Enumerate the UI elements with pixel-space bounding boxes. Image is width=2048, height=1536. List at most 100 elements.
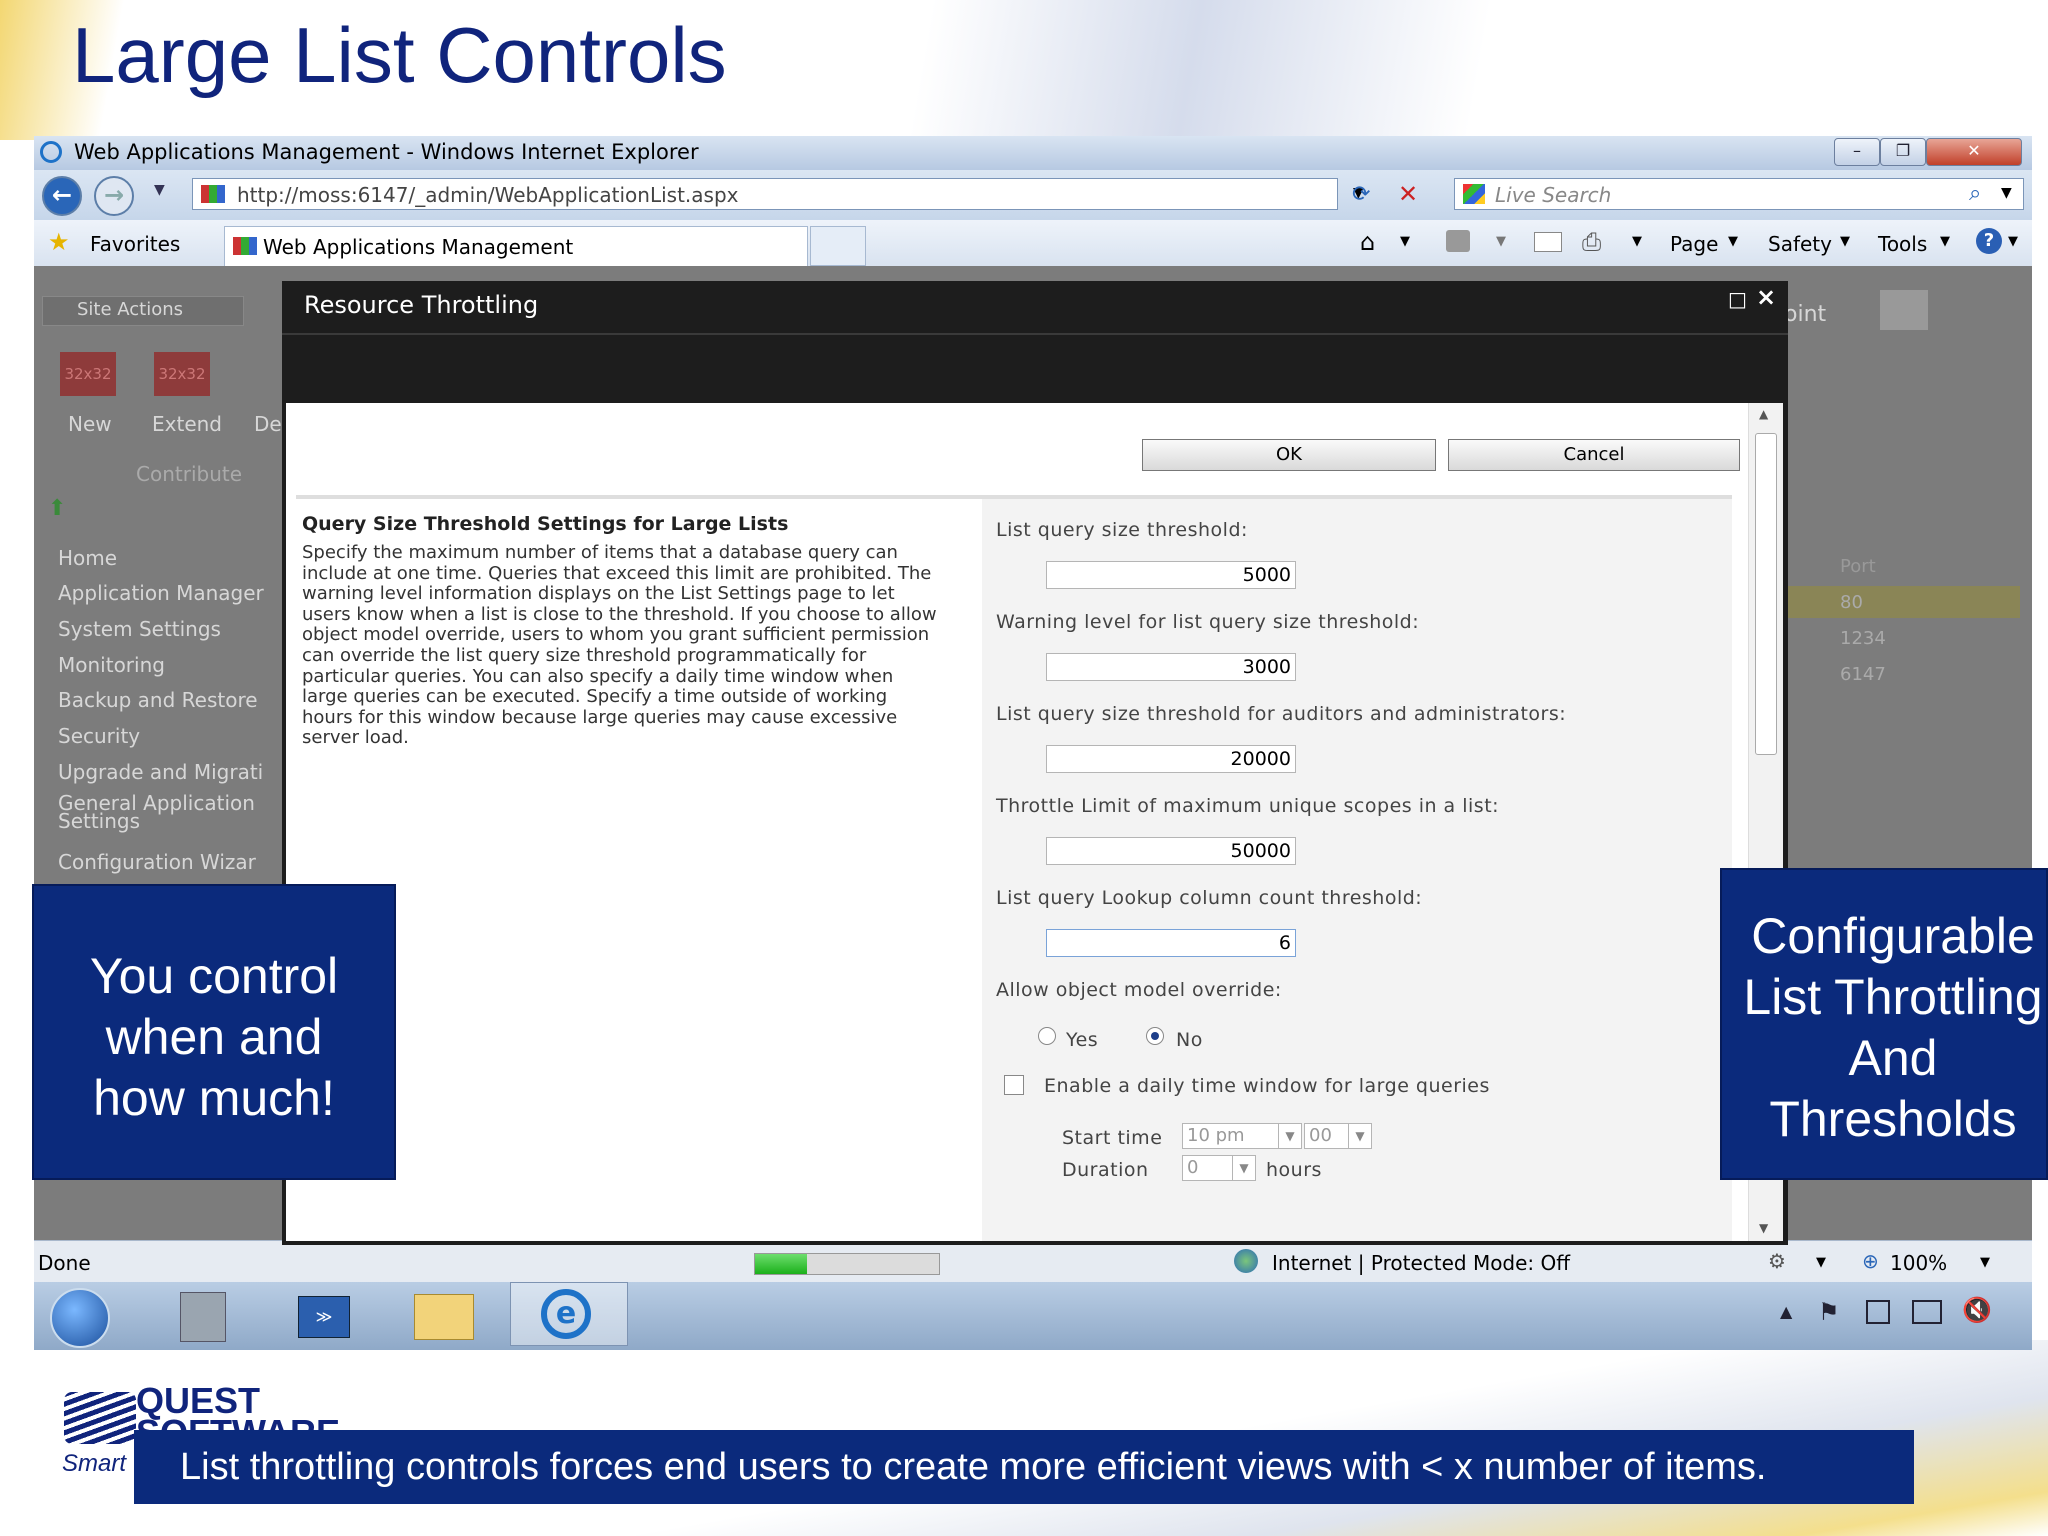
- mail-icon[interactable]: [1534, 232, 1562, 252]
- nav-configuration-wizards[interactable]: Configuration Wizar: [58, 850, 256, 874]
- tray-expand-icon[interactable]: ▲: [1780, 1302, 1792, 1321]
- address-bar[interactable]: http://moss:6147/_admin/WebApplicationLi…: [192, 178, 1364, 210]
- ribbon-delete[interactable]: De: [254, 412, 282, 436]
- stop-icon[interactable]: ✕: [1398, 180, 1418, 208]
- explorer-icon[interactable]: [414, 1294, 474, 1340]
- duration-select[interactable]: 0 ▼: [1182, 1155, 1256, 1181]
- override-no-radio[interactable]: [1146, 1027, 1164, 1045]
- home-dropdown-icon[interactable]: ▼: [1400, 234, 1410, 249]
- settings-panel: List query size threshold: 5000 Warning …: [982, 499, 1732, 1241]
- server-manager-icon[interactable]: [180, 1292, 226, 1342]
- print-icon[interactable]: ⎙: [1582, 228, 1601, 256]
- start-minute-select[interactable]: 00 ▼: [1304, 1123, 1372, 1149]
- search-options-icon[interactable]: ▼: [2001, 185, 2012, 201]
- daily-window-checkbox[interactable]: [1004, 1075, 1024, 1095]
- start-button-icon[interactable]: [50, 1288, 110, 1348]
- start-hour-select[interactable]: 10 pm ▼: [1182, 1123, 1302, 1149]
- minimize-button[interactable]: –: [1834, 138, 1880, 166]
- lookup-threshold-input[interactable]: 6: [1046, 929, 1296, 957]
- ok-button[interactable]: OK: [1142, 439, 1436, 471]
- start-minute-dropdown-icon: ▼: [1348, 1124, 1371, 1148]
- close-dialog-icon[interactable]: ×: [1756, 283, 1776, 311]
- zoom-level[interactable]: 100%: [1890, 1251, 1947, 1275]
- address-row: ← → ▼ http://moss:6147/_admin/WebApplica…: [34, 170, 2032, 220]
- globe-icon: [1234, 1249, 1258, 1273]
- sharepoint-favicon-icon: [201, 185, 225, 203]
- scroll-down-icon[interactable]: ▼: [1759, 1221, 1768, 1235]
- nav-security[interactable]: Security: [58, 724, 140, 748]
- admin-threshold-input[interactable]: 20000: [1046, 745, 1296, 773]
- window-title: Web Applications Management - Windows In…: [74, 140, 699, 164]
- search-box[interactable]: Live Search ⌕ ▼: [1454, 178, 2024, 210]
- help-dropdown-icon[interactable]: ▼: [2008, 234, 2018, 249]
- override-no-label: No: [1176, 1029, 1203, 1051]
- nav-home[interactable]: Home: [58, 546, 117, 570]
- volume-muted-icon[interactable]: 🔇: [1962, 1296, 1992, 1324]
- quest-logo-icon: [64, 1392, 136, 1444]
- recent-pages-dropdown-icon[interactable]: ▼: [154, 182, 165, 198]
- nav-application-management[interactable]: Application Manager: [58, 581, 264, 605]
- search-icon[interactable]: ⌕: [1969, 181, 1981, 206]
- ie-taskbar-button[interactable]: e: [510, 1282, 628, 1346]
- maximize-button[interactable]: ❐: [1880, 138, 1926, 166]
- scroll-up-icon[interactable]: ▲: [1759, 407, 1768, 421]
- favorites-bar: ★ Favorites Web Applications Management …: [34, 220, 2032, 267]
- network-icon[interactable]: [1912, 1300, 1942, 1324]
- scroll-thumb[interactable]: [1755, 433, 1777, 755]
- browser-tab[interactable]: Web Applications Management: [224, 226, 808, 266]
- up-arrow-icon: ⬆: [48, 496, 67, 521]
- print-dropdown-icon[interactable]: ▼: [1632, 234, 1642, 249]
- nav-upgrade-migration[interactable]: Upgrade and Migrati: [58, 760, 263, 784]
- background-top-right-text: oint: [1784, 302, 1827, 327]
- live-search-logo-icon: [1463, 184, 1485, 204]
- protected-mode-icon[interactable]: ⚙: [1768, 1249, 1786, 1273]
- feeds-dropdown-icon[interactable]: ▼: [1496, 234, 1506, 249]
- section-description: Specify the maximum number of items that…: [302, 542, 937, 749]
- nav-monitoring[interactable]: Monitoring: [58, 653, 165, 677]
- favorites-button[interactable]: Favorites: [90, 232, 180, 256]
- slide-title: Large List Controls: [72, 11, 727, 99]
- window-titlebar: Web Applications Management - Windows In…: [34, 136, 2032, 170]
- unique-scopes-input[interactable]: 50000: [1046, 837, 1296, 865]
- query-threshold-input[interactable]: 5000: [1046, 561, 1296, 589]
- ribbon-new[interactable]: New: [68, 412, 112, 436]
- zoom-icon: ⊕: [1862, 1249, 1879, 1273]
- safely-remove-icon[interactable]: [1866, 1300, 1890, 1324]
- new-ribbon-icon: 32x32: [60, 352, 116, 396]
- ie-taskbar-icon: e: [541, 1289, 591, 1339]
- feeds-icon[interactable]: [1446, 230, 1470, 252]
- refresh-icon[interactable]: ⟳: [1352, 182, 1370, 207]
- back-button[interactable]: ←: [42, 176, 82, 216]
- warning-level-input[interactable]: 3000: [1046, 653, 1296, 681]
- windows-taskbar: ≫ e ▲ ⚑ 🔇: [34, 1282, 2032, 1350]
- zoom-dropdown-icon[interactable]: ▼: [1980, 1255, 1990, 1270]
- port-column-header: Port: [1840, 556, 1876, 577]
- protected-mode-dropdown-icon[interactable]: ▼: [1816, 1255, 1826, 1270]
- page-menu[interactable]: Page: [1670, 232, 1718, 256]
- action-center-flag-icon[interactable]: ⚑: [1818, 1298, 1840, 1326]
- safety-menu[interactable]: Safety: [1768, 232, 1832, 256]
- override-yes-radio[interactable]: [1038, 1027, 1056, 1045]
- ribbon-extend[interactable]: Extend: [152, 412, 222, 436]
- tools-menu[interactable]: Tools: [1878, 232, 1927, 256]
- logo-tagline: Smart: [62, 1450, 127, 1477]
- cancel-button[interactable]: Cancel: [1448, 439, 1740, 471]
- site-actions-menu[interactable]: Site Actions: [42, 296, 244, 326]
- maximize-dialog-icon[interactable]: □: [1728, 287, 1747, 311]
- nav-general-settings[interactable]: General Application Settings: [58, 793, 278, 831]
- home-icon[interactable]: ⌂: [1360, 228, 1375, 256]
- start-minute-value: 00: [1309, 1125, 1332, 1146]
- forward-button[interactable]: →: [94, 176, 134, 216]
- nav-system-settings[interactable]: System Settings: [58, 617, 221, 641]
- powershell-icon[interactable]: ≫: [298, 1296, 350, 1338]
- nav-backup-restore[interactable]: Backup and Restore: [58, 688, 258, 712]
- help-icon[interactable]: ?: [1976, 228, 2002, 254]
- favorites-star-icon: ★: [48, 228, 70, 256]
- close-window-button[interactable]: ✕: [1926, 138, 2022, 166]
- duration-dropdown-icon: ▼: [1232, 1156, 1255, 1180]
- progress-bar: [754, 1253, 940, 1275]
- duration-label: Duration: [1062, 1159, 1149, 1181]
- dialog-header-divider: [282, 333, 1788, 335]
- new-tab-button[interactable]: [810, 226, 866, 266]
- tab-favicon-icon: [233, 237, 257, 255]
